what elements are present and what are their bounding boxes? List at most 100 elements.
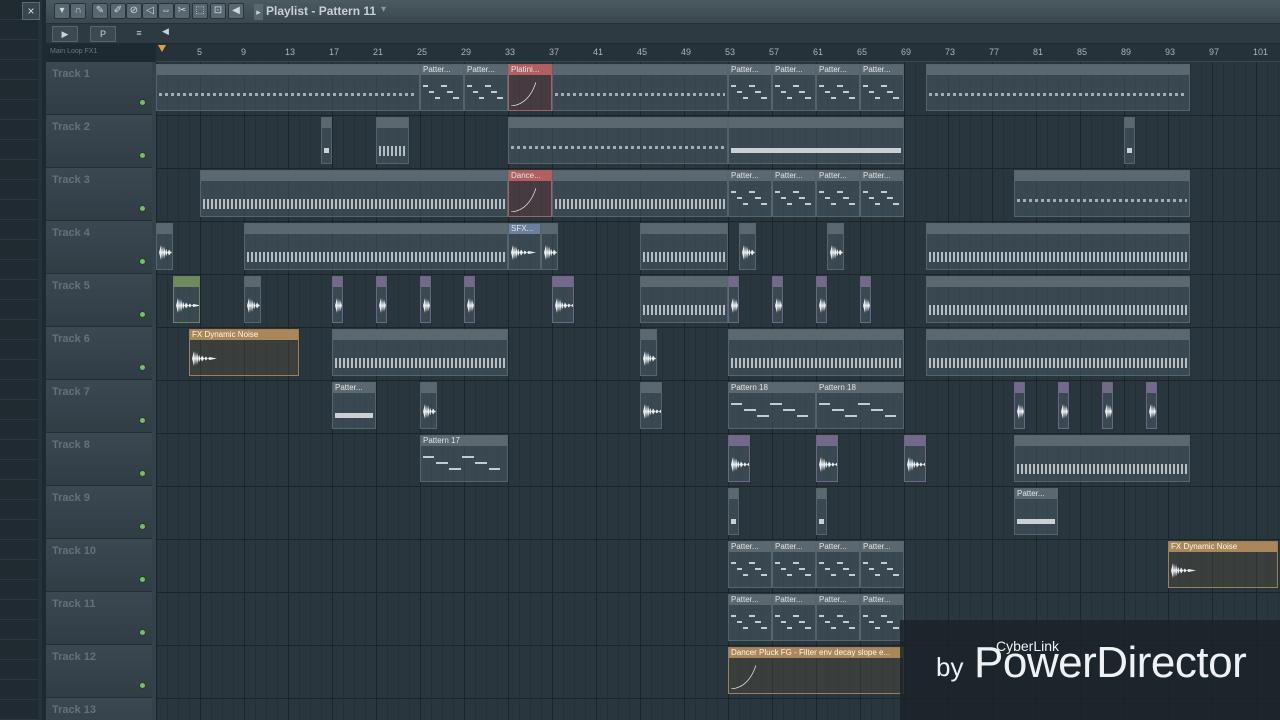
pattern-clip[interactable]: Patter...: [728, 594, 772, 641]
pattern-clip[interactable]: [156, 64, 420, 111]
pattern-clip[interactable]: [640, 329, 657, 376]
pattern-clip[interactable]: [926, 223, 1190, 270]
pattern-clip[interactable]: [816, 488, 827, 535]
pattern-clip[interactable]: [552, 276, 574, 323]
pattern-clip[interactable]: [541, 223, 558, 270]
title-arrow-icon[interactable]: ▸: [254, 4, 263, 20]
pattern-clip[interactable]: Patter...: [728, 541, 772, 588]
track-header[interactable]: Track 7: [46, 380, 152, 433]
track-mute-led-icon[interactable]: [139, 205, 146, 212]
delete-icon[interactable]: ⊘: [126, 3, 142, 19]
zoom-icon[interactable]: ⊡: [210, 3, 226, 19]
pattern-clip[interactable]: Pattern 18: [728, 382, 816, 429]
close-button[interactable]: ×: [22, 2, 40, 20]
pattern-clip[interactable]: Patter...: [772, 594, 816, 641]
pattern-select-button[interactable]: P: [90, 26, 116, 42]
track-header[interactable]: Track 10: [46, 539, 152, 592]
pattern-clip[interactable]: Patter...: [816, 541, 860, 588]
track-header[interactable]: Track 1: [46, 62, 152, 115]
pattern-clip[interactable]: [464, 276, 475, 323]
pattern-clip[interactable]: [640, 223, 728, 270]
pattern-clip[interactable]: Patter...: [728, 64, 772, 111]
paint-icon[interactable]: ✐: [110, 3, 126, 19]
track-header[interactable]: Track 9: [46, 486, 152, 539]
pattern-clip[interactable]: Patter...: [772, 541, 816, 588]
timeline-ruler[interactable]: 5 9 13 17 21 25 29 33 37 41 45 49 53 57 61 65 69 73 77 81 85…: [156, 44, 1280, 62]
pattern-clip[interactable]: [728, 435, 750, 482]
pattern-clip[interactable]: Patter...: [816, 594, 860, 641]
track-header[interactable]: Track 2: [46, 115, 152, 168]
magnet-icon[interactable]: ∩: [70, 3, 86, 19]
track-header[interactable]: Track 5: [46, 274, 152, 327]
pattern-clip[interactable]: FX Dynamic Noise: [189, 329, 299, 376]
pattern-clip[interactable]: [420, 382, 437, 429]
mute-icon[interactable]: ◁: [142, 3, 158, 19]
pattern-clip[interactable]: [739, 223, 756, 270]
pattern-clip[interactable]: [156, 223, 173, 270]
draw-icon[interactable]: ✎: [92, 3, 108, 19]
pattern-clip[interactable]: Patter...: [332, 382, 376, 429]
pattern-clip[interactable]: Dancer Pluck FG - Filter env decay slope…: [728, 647, 904, 694]
pattern-clip[interactable]: Dance...: [508, 170, 552, 217]
pattern-clip[interactable]: [926, 276, 1190, 323]
track-header[interactable]: Track 8: [46, 433, 152, 486]
pattern-clip[interactable]: Patter...: [860, 541, 904, 588]
pattern-clip[interactable]: [640, 382, 662, 429]
pattern-clip[interactable]: [1014, 382, 1025, 429]
pattern-clip[interactable]: [332, 329, 508, 376]
track-mute-led-icon[interactable]: [139, 99, 146, 106]
track-mute-led-icon[interactable]: [139, 364, 146, 371]
pattern-clip[interactable]: [926, 64, 1190, 111]
pattern-clip[interactable]: [1014, 170, 1190, 217]
menu-arrow-icon[interactable]: ▾: [54, 3, 70, 19]
pattern-clip[interactable]: [728, 488, 739, 535]
pattern-clip[interactable]: Pattern 17: [420, 435, 508, 482]
pattern-clip[interactable]: Patter...: [860, 64, 904, 111]
pattern-clip[interactable]: [508, 117, 728, 164]
track-header[interactable]: Track 6: [46, 327, 152, 380]
pattern-clip[interactable]: [552, 170, 728, 217]
pattern-clip[interactable]: [321, 117, 332, 164]
pattern-clip[interactable]: Platini...: [508, 64, 552, 111]
pattern-clip[interactable]: [332, 276, 343, 323]
track-mute-led-icon[interactable]: [139, 470, 146, 477]
track-mute-led-icon[interactable]: [139, 629, 146, 636]
pattern-clip[interactable]: [200, 170, 508, 217]
track-header[interactable]: Track 3: [46, 168, 152, 221]
pattern-clip[interactable]: [926, 329, 1190, 376]
pattern-clip[interactable]: FX Dynamic Noise: [1168, 541, 1278, 588]
title-dropdown-icon[interactable]: ▾: [381, 4, 386, 15]
pattern-clip[interactable]: SFX...: [508, 223, 541, 270]
play-pattern-button[interactable]: ▶: [52, 26, 78, 42]
pattern-clip[interactable]: Patter...: [728, 170, 772, 217]
track-header[interactable]: Track 12: [46, 645, 152, 698]
pattern-clip[interactable]: [728, 117, 904, 164]
pattern-clip[interactable]: Patter...: [1014, 488, 1058, 535]
pattern-clip[interactable]: [244, 276, 261, 323]
pattern-clip[interactable]: Patter...: [772, 170, 816, 217]
pattern-clip[interactable]: [1014, 435, 1190, 482]
pattern-clip[interactable]: [772, 276, 783, 323]
pattern-clip[interactable]: [816, 435, 838, 482]
slip-icon[interactable]: ⇔: [158, 3, 174, 19]
track-mute-led-icon[interactable]: [139, 523, 146, 530]
pattern-clip[interactable]: Patter...: [420, 64, 464, 111]
pattern-clip[interactable]: [1124, 117, 1135, 164]
pattern-clip[interactable]: [816, 276, 827, 323]
pattern-clip[interactable]: [420, 276, 431, 323]
track-mute-led-icon[interactable]: [139, 152, 146, 159]
pattern-clip[interactable]: [904, 435, 926, 482]
pattern-clip[interactable]: [1102, 382, 1113, 429]
track-mute-led-icon[interactable]: [139, 311, 146, 318]
pattern-clip[interactable]: [1146, 382, 1157, 429]
snap-button[interactable]: ≡: [126, 26, 152, 42]
playhead-marker[interactable]: [158, 45, 166, 52]
slice-icon[interactable]: ✂: [174, 3, 190, 19]
track-mute-led-icon[interactable]: [139, 417, 146, 424]
pattern-clip[interactable]: [728, 276, 739, 323]
select-icon[interactable]: ⬚: [192, 3, 208, 19]
pattern-clip[interactable]: Patter...: [860, 170, 904, 217]
pattern-clip[interactable]: [860, 276, 871, 323]
pattern-clip[interactable]: [640, 276, 728, 323]
track-mute-led-icon[interactable]: [139, 682, 146, 689]
